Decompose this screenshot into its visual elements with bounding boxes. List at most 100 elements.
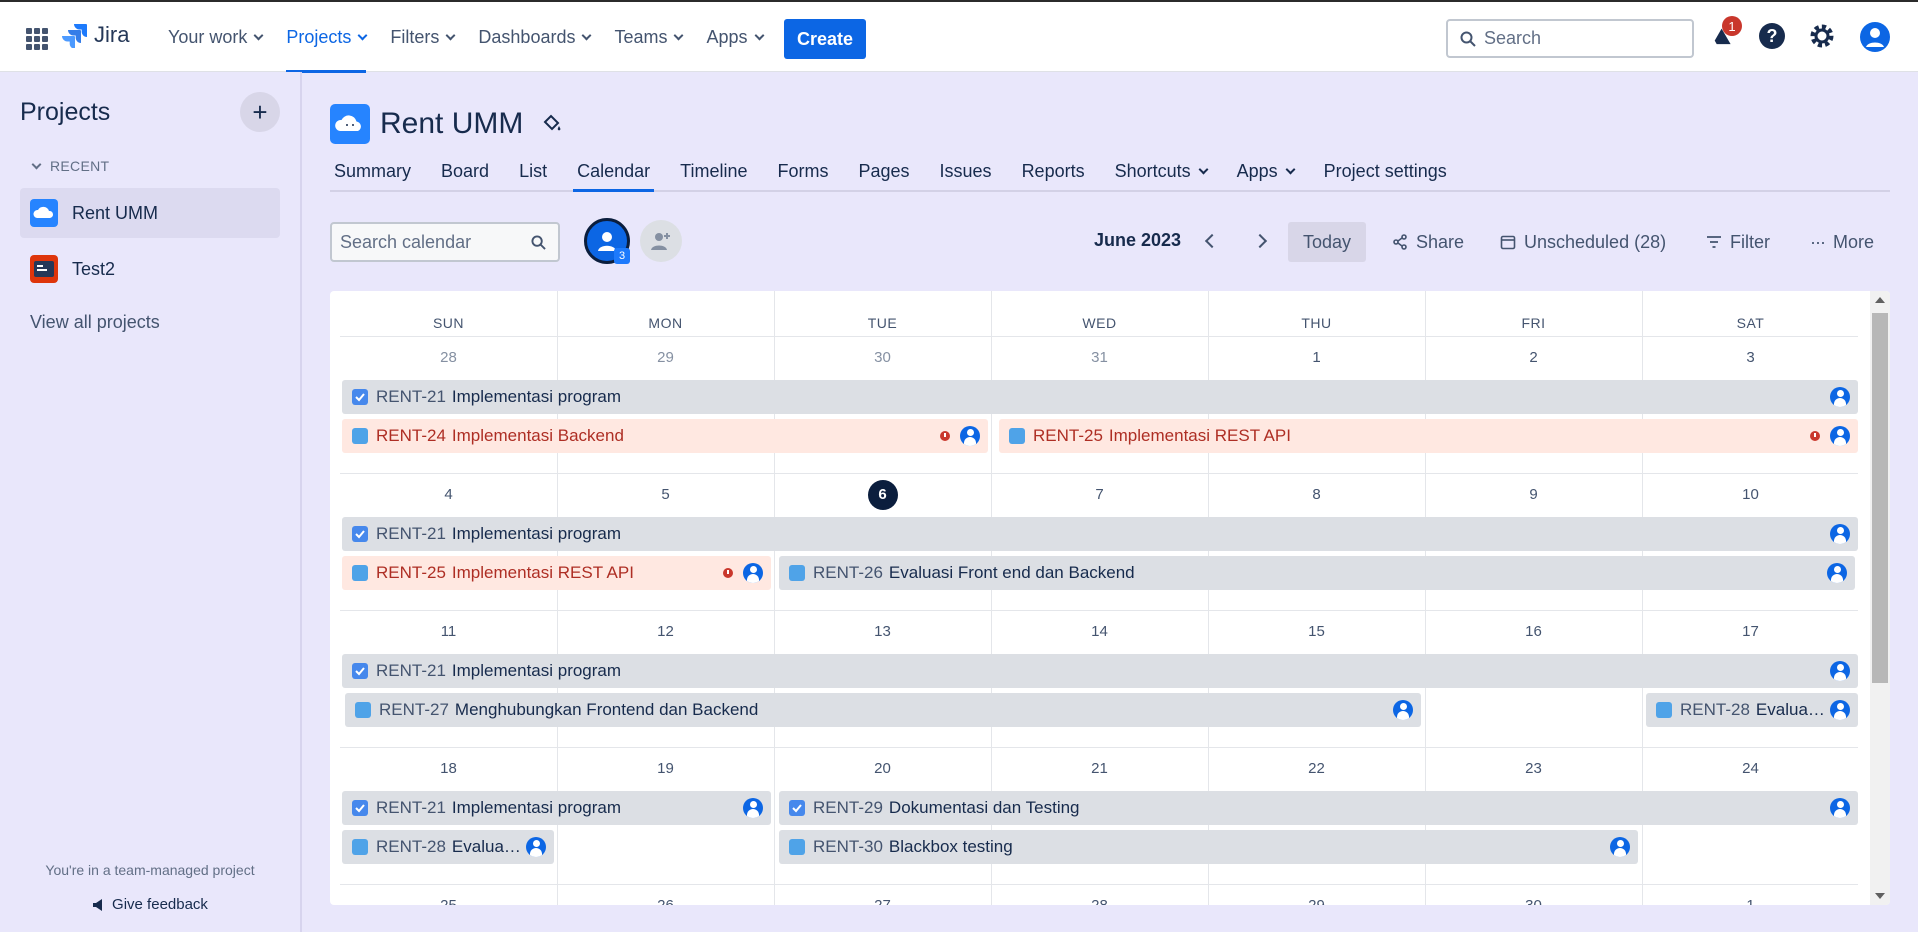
calendar-event[interactable]: RENT-25 Implementasi REST API [999, 419, 1858, 453]
jira-icon [62, 24, 87, 48]
day-number[interactable]: 8 [1208, 486, 1425, 503]
day-number-today[interactable]: 6 [774, 480, 991, 510]
calendar-event[interactable]: RENT-21 Implementasi program [342, 654, 1858, 688]
create-button[interactable]: Create [784, 19, 866, 59]
tab-apps[interactable]: Apps [1233, 152, 1298, 190]
nav-your-work[interactable]: Your work [160, 2, 270, 72]
nav-dashboards[interactable]: Dashboards [470, 2, 598, 72]
calendar-event[interactable]: RENT-25 Implementasi REST API [342, 556, 771, 590]
assignee-icon [1830, 387, 1850, 407]
calendar-event[interactable]: RENT-21 Implementasi program [342, 380, 1858, 414]
tab-issues[interactable]: Issues [936, 152, 996, 190]
calendar-event[interactable]: RENT-26 Evaluasi Front end dan Backend [779, 556, 1855, 590]
add-people-button[interactable] [640, 220, 682, 262]
calendar-event[interactable]: RENT-21 Implementasi program [342, 791, 771, 825]
app-switcher-icon[interactable] [26, 28, 48, 50]
tab-reports[interactable]: Reports [1018, 152, 1089, 190]
day-number[interactable]: 29 [1208, 897, 1425, 905]
calendar-event[interactable]: RENT-28 Evalua… [1646, 693, 1858, 727]
calendar-event[interactable]: RENT-27 Menghubungkan Frontend dan Backe… [345, 693, 1421, 727]
tab-calendar[interactable]: Calendar [573, 152, 655, 192]
day-number[interactable]: 10 [1642, 486, 1859, 503]
day-number[interactable]: 3 [1642, 349, 1859, 366]
tab-list[interactable]: List [515, 152, 551, 190]
day-number[interactable]: 7 [991, 486, 1208, 503]
day-number[interactable]: 31 [991, 349, 1208, 366]
day-number[interactable]: 18 [340, 760, 557, 777]
calendar-scrollbar[interactable] [1870, 291, 1890, 905]
day-number[interactable]: 17 [1642, 623, 1859, 640]
calendar-event[interactable]: RENT-28 Evalua… [342, 830, 554, 864]
day-number[interactable]: 1 [1208, 349, 1425, 366]
day-number[interactable]: 9 [1425, 486, 1642, 503]
day-number[interactable]: 21 [991, 760, 1208, 777]
previous-month-button[interactable] [1201, 230, 1223, 252]
view-all-projects-link[interactable]: View all projects [30, 312, 160, 333]
scroll-down-arrow-icon[interactable] [1875, 893, 1885, 899]
chevron-down-icon [1285, 164, 1296, 174]
more-button[interactable]: ··· More [1810, 222, 1874, 262]
day-number[interactable]: 15 [1208, 623, 1425, 640]
day-number[interactable]: 11 [340, 623, 557, 640]
calendar-event[interactable]: RENT-21 Implementasi program [342, 517, 1858, 551]
give-feedback-button[interactable]: Give feedback [0, 896, 300, 913]
day-number[interactable]: 19 [557, 760, 774, 777]
sidebar-item-rent-umm[interactable]: Rent UMM [20, 188, 280, 238]
notifications-button[interactable]: 1 [1708, 16, 1742, 52]
day-number[interactable]: 2 [1425, 349, 1642, 366]
day-number[interactable]: 1 [1642, 897, 1859, 905]
day-number[interactable]: 16 [1425, 623, 1642, 640]
recent-section-toggle[interactable]: RECENT [30, 158, 109, 174]
tab-forms[interactable]: Forms [773, 152, 832, 190]
help-button[interactable]: ? [1758, 22, 1788, 52]
profile-button[interactable] [1860, 22, 1890, 52]
day-number[interactable]: 24 [1642, 760, 1859, 777]
day-number[interactable]: 4 [340, 486, 557, 503]
jira-logo[interactable]: Jira [62, 22, 129, 48]
add-project-button[interactable]: + [240, 92, 280, 132]
day-number[interactable]: 30 [774, 349, 991, 366]
chevron-down-icon [582, 30, 592, 40]
nav-apps[interactable]: Apps [698, 2, 770, 72]
calendar-event[interactable]: RENT-24 Implementasi Backend [342, 419, 988, 453]
day-number[interactable]: 14 [991, 623, 1208, 640]
share-icon [1393, 234, 1407, 250]
day-number[interactable]: 25 [340, 897, 557, 905]
calendar-search-input[interactable]: Search calendar [330, 222, 560, 262]
day-number[interactable]: 12 [557, 623, 774, 640]
day-number[interactable]: 13 [774, 623, 991, 640]
tab-project-settings[interactable]: Project settings [1320, 152, 1451, 190]
nav-teams[interactable]: Teams [606, 2, 690, 72]
day-number[interactable]: 30 [1425, 897, 1642, 905]
day-number[interactable]: 5 [557, 486, 774, 503]
search-input[interactable]: Search [1446, 19, 1694, 58]
day-number[interactable]: 23 [1425, 760, 1642, 777]
share-button[interactable]: Share [1392, 222, 1464, 262]
chevron-right-icon [1252, 233, 1268, 249]
next-month-button[interactable] [1249, 230, 1271, 252]
calendar-event[interactable]: RENT-30 Blackbox testing [779, 830, 1638, 864]
unscheduled-button[interactable]: Unscheduled (28) [1500, 222, 1666, 262]
day-number[interactable]: 28 [340, 349, 557, 366]
paint-bucket-icon[interactable] [541, 113, 563, 135]
settings-button[interactable] [1808, 22, 1838, 52]
day-number[interactable]: 29 [557, 349, 774, 366]
day-number[interactable]: 20 [774, 760, 991, 777]
day-number[interactable]: 22 [1208, 760, 1425, 777]
tab-shortcuts[interactable]: Shortcuts [1111, 152, 1211, 190]
tab-summary[interactable]: Summary [330, 152, 415, 190]
tab-timeline[interactable]: Timeline [676, 152, 751, 190]
today-button[interactable]: Today [1288, 222, 1366, 262]
day-number[interactable]: 26 [557, 897, 774, 905]
scrollbar-thumb[interactable] [1872, 313, 1888, 683]
tab-board[interactable]: Board [437, 152, 493, 190]
nav-filters[interactable]: Filters [382, 2, 462, 72]
sidebar-item-test2[interactable]: Test2 [20, 244, 280, 294]
calendar-event[interactable]: RENT-29 Dokumentasi dan Testing [779, 791, 1858, 825]
nav-projects[interactable]: Projects [278, 2, 374, 73]
filter-button[interactable]: Filter [1706, 222, 1770, 262]
tab-pages[interactable]: Pages [854, 152, 913, 190]
day-number[interactable]: 28 [991, 897, 1208, 905]
day-number[interactable]: 27 [774, 897, 991, 905]
scroll-up-arrow-icon[interactable] [1875, 297, 1885, 303]
